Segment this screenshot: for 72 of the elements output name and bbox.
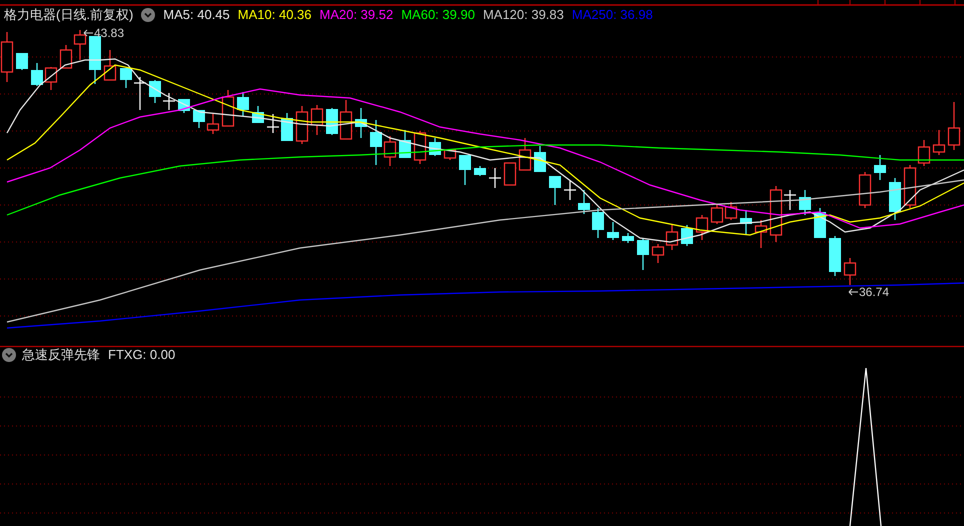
candlestick (296, 106, 308, 144)
candlestick (193, 110, 205, 128)
low-price-label: 36.74 (859, 284, 890, 301)
candlestick (696, 215, 708, 240)
candlestick (858, 172, 872, 208)
indicator-reading: FTXG: 0.00 (108, 346, 176, 364)
candlestick (104, 50, 116, 81)
indicator-title: 急速反弹先锋 (22, 346, 100, 364)
arrow-icon (848, 288, 858, 296)
candlestick (206, 114, 220, 134)
moving-average-value: MA10: 40.36 (238, 6, 312, 24)
candlestick (504, 162, 516, 186)
candlestick (74, 30, 86, 60)
candlestick (637, 238, 649, 270)
candlestick (564, 180, 576, 200)
candlestick (607, 222, 619, 240)
candlestick (0, 32, 14, 82)
candlestick (222, 90, 234, 127)
candlestick (754, 220, 768, 248)
moving-average-value: MA250: 36.98 (572, 6, 653, 24)
candlestick (134, 77, 146, 110)
candlestick (592, 208, 604, 238)
candlestick (370, 120, 382, 165)
candlestick (326, 108, 338, 135)
candlestick (89, 36, 101, 84)
candlestick (622, 233, 634, 243)
candlestick (710, 205, 724, 224)
candlestick (932, 130, 946, 155)
dropdown-icon[interactable] (141, 8, 156, 22)
candlestick (724, 202, 738, 220)
candlestick (252, 106, 264, 123)
candlestick (799, 190, 811, 215)
candlestick (340, 100, 352, 140)
candlestick (399, 130, 411, 158)
candlestick (459, 155, 471, 185)
candlestick (16, 53, 28, 70)
moving-average-value: MA120: 39.83 (482, 6, 564, 24)
candlestick (120, 68, 132, 88)
candlestick (948, 102, 960, 150)
candlestick (740, 210, 752, 234)
candlestick (44, 67, 58, 90)
candlestick (474, 166, 486, 176)
candlestick (489, 168, 501, 188)
stock-title: 格力电器(日线.前复权) (3, 6, 134, 24)
candlestick (237, 92, 249, 116)
arrow-icon (83, 29, 93, 37)
candlestick (149, 80, 161, 103)
candlestick (829, 236, 841, 276)
high-price-label: 43.83 (94, 25, 124, 42)
candlestick (163, 93, 175, 110)
candlestick (310, 105, 324, 135)
candlestick (784, 190, 796, 210)
moving-average-value: MA20: 39.52 (320, 6, 394, 24)
candlestick (384, 136, 396, 166)
candlestick (355, 108, 367, 138)
candlestick (844, 258, 856, 285)
candlestick (874, 155, 886, 180)
candlestick (518, 138, 532, 171)
candlestick (429, 138, 441, 156)
candlestick (578, 190, 590, 214)
candlestick (681, 225, 693, 246)
candlestick (549, 176, 561, 205)
candlestick (889, 178, 901, 220)
candlestick (267, 114, 279, 133)
dropdown-icon[interactable] (2, 348, 16, 362)
candlestick (31, 63, 43, 86)
moving-average-value: MA5: 40.45 (163, 6, 230, 24)
candlestick (770, 186, 782, 242)
moving-average-value: MA60: 39.90 (401, 6, 475, 24)
candlestick (60, 45, 72, 69)
candlestick (666, 225, 678, 250)
candlestick (652, 244, 664, 263)
